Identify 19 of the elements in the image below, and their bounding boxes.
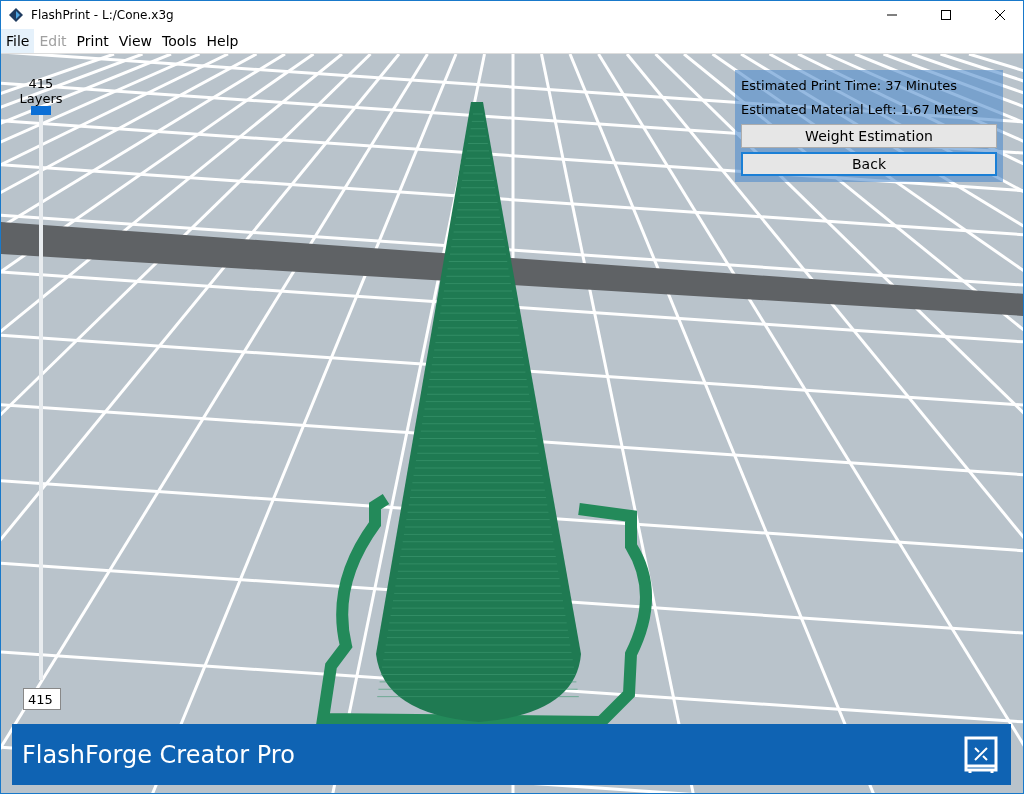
- menu-item[interactable]: Help: [201, 29, 244, 53]
- estimate-text: Estimated Print Time: 37 Minutes: [741, 77, 959, 95]
- layer-slider-thumb[interactable]: [31, 106, 51, 115]
- panel-button[interactable]: Weight Estimation: [741, 124, 997, 148]
- menu-item[interactable]: View: [113, 29, 157, 53]
- printer-disconnected-icon[interactable]: [963, 735, 999, 774]
- app-logo-icon: [9, 8, 23, 22]
- layer-count: 415: [28, 76, 54, 91]
- menu-item[interactable]: Print: [71, 29, 114, 53]
- layers-label: Layers: [19, 91, 63, 106]
- menu-item[interactable]: Tools: [157, 29, 202, 53]
- maximize-icon[interactable]: [941, 10, 951, 20]
- layer-input-field[interactable]: 415: [23, 688, 61, 710]
- menu-item[interactable]: File: [1, 29, 35, 53]
- printer-name: FlashForge Creator Pro: [22, 740, 295, 769]
- close-icon[interactable]: [995, 10, 1005, 20]
- panel-button[interactable]: Back: [741, 152, 997, 176]
- window-title: FlashPrint - L:/Cone.x3g: [31, 8, 175, 22]
- estimate-text: Estimated Material Left: 1.67 Meters: [741, 101, 980, 119]
